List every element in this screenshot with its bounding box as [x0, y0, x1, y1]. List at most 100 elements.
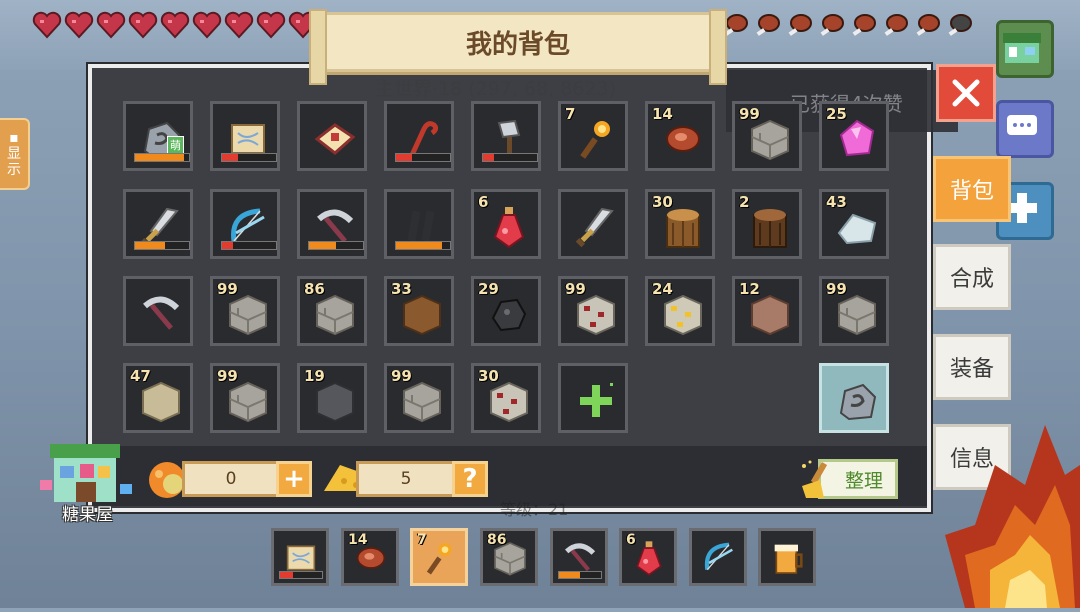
- hotbar-slot[interactable]: [689, 528, 747, 586]
- durability-bar: [134, 153, 190, 162]
- stone-ore-icon: [833, 377, 881, 425]
- durability-bar: [279, 571, 323, 579]
- heart-icon: [224, 10, 254, 44]
- inventory-slot[interactable]: 99: [732, 101, 802, 171]
- item-count: 2: [739, 193, 750, 211]
- food-icon: [880, 10, 910, 44]
- close-button[interactable]: [936, 64, 996, 122]
- spell-book-icon: [311, 115, 359, 163]
- fire-icon: [935, 405, 1080, 608]
- show-toggle-label: 显示: [7, 146, 21, 178]
- durability-bar: [221, 153, 277, 162]
- close-icon: [952, 79, 980, 107]
- tab-backpack[interactable]: 背包: [933, 156, 1011, 222]
- inventory-slot[interactable]: 25: [819, 101, 889, 171]
- inventory-slot[interactable]: [297, 189, 367, 259]
- tab-label: 装备: [949, 357, 994, 382]
- inventory-slot[interactable]: [471, 101, 541, 171]
- inventory-slot[interactable]: 24: [645, 276, 715, 346]
- special-slot[interactable]: [819, 363, 889, 433]
- hotbar-slot[interactable]: [271, 528, 329, 586]
- hotbar-slot[interactable]: 86: [480, 528, 538, 586]
- red-potion-icon: [485, 203, 533, 251]
- item-count: 19: [304, 367, 325, 385]
- tab-label: 背包: [949, 179, 994, 204]
- inventory-slot[interactable]: 14: [645, 101, 715, 171]
- inventory-slot[interactable]: [297, 101, 367, 171]
- inventory-slot[interactable]: 30: [645, 189, 715, 259]
- inventory-slot[interactable]: 99: [819, 276, 889, 346]
- item-count: 99: [217, 280, 238, 298]
- inventory-slot[interactable]: [210, 101, 280, 171]
- inventory-slot[interactable]: [384, 189, 454, 259]
- resource-2-help-button[interactable]: ?: [452, 461, 488, 497]
- inventory-slot[interactable]: 99: [210, 276, 280, 346]
- add-slot-icon: [572, 377, 620, 425]
- inventory-slot[interactable]: [558, 189, 628, 259]
- durability-bar: [482, 153, 538, 162]
- resource-1-add-button[interactable]: +: [276, 461, 312, 497]
- page-title: 我的背包: [309, 9, 727, 85]
- food-icon: [912, 10, 942, 44]
- heart-icon: [192, 10, 222, 44]
- item-count: 33: [391, 280, 412, 298]
- tab-craft[interactable]: 合成: [933, 244, 1011, 310]
- chat-bubble-icon: ▪: [9, 130, 19, 146]
- inventory-slot[interactable]: 12: [732, 276, 802, 346]
- resource-2-value: 5: [356, 461, 456, 497]
- item-count: 25: [826, 105, 847, 123]
- hotbar-slot[interactable]: [550, 528, 608, 586]
- food-icon: [944, 10, 974, 44]
- title-text: 我的背包: [465, 29, 570, 60]
- hotbar-slot[interactable]: 7: [410, 528, 468, 586]
- inventory-slot[interactable]: [558, 363, 628, 433]
- inventory-slot[interactable]: 萌: [123, 101, 193, 171]
- inventory-slot[interactable]: 7: [558, 101, 628, 171]
- item-count: 30: [652, 193, 673, 211]
- item-count: 86: [304, 280, 325, 298]
- chat-icon[interactable]: [996, 100, 1054, 158]
- resource-1-value: 0: [182, 461, 280, 497]
- bow-icon: [699, 538, 739, 578]
- heart-icon: [128, 10, 158, 44]
- heart-icon: [256, 10, 286, 44]
- shop-icon[interactable]: [996, 20, 1054, 78]
- item-count: 47: [130, 367, 151, 385]
- food-icon: [784, 10, 814, 44]
- inventory-slot[interactable]: 99: [558, 276, 628, 346]
- inventory-slot[interactable]: [210, 189, 280, 259]
- inventory-slot[interactable]: 99: [384, 363, 454, 433]
- inventory-slot[interactable]: [123, 276, 193, 346]
- inventory-slot[interactable]: 6: [471, 189, 541, 259]
- heart-icon: [64, 10, 94, 44]
- inventory-slot[interactable]: 33: [384, 276, 454, 346]
- broom-icon: [798, 458, 838, 500]
- item-count: 30: [478, 367, 499, 385]
- food-icon: [848, 10, 878, 44]
- inventory-slot[interactable]: 30: [471, 363, 541, 433]
- inventory-slot[interactable]: [123, 189, 193, 259]
- item-count: 99: [217, 367, 238, 385]
- hotbar-slot[interactable]: 14: [341, 528, 399, 586]
- inventory-slot[interactable]: 19: [297, 363, 367, 433]
- durability-bar: [221, 241, 277, 250]
- item-count: 99: [739, 105, 760, 123]
- tab-label: 合成: [949, 267, 994, 292]
- item-count: 43: [826, 193, 847, 211]
- hotbar-slot[interactable]: [758, 528, 816, 586]
- tab-equipment[interactable]: 装备: [933, 334, 1011, 400]
- inventory-slot[interactable]: [384, 101, 454, 171]
- inventory-slot[interactable]: 2: [732, 189, 802, 259]
- inventory-slot[interactable]: 99: [210, 363, 280, 433]
- show-toggle[interactable]: ▪ 显示: [0, 118, 30, 190]
- torch-icon: [572, 115, 620, 163]
- inventory-slot[interactable]: 29: [471, 276, 541, 346]
- food-icon: [816, 10, 846, 44]
- inventory-slot[interactable]: 47: [123, 363, 193, 433]
- hotbar-slot[interactable]: 6: [619, 528, 677, 586]
- inventory-slot[interactable]: 43: [819, 189, 889, 259]
- item-count: 7: [565, 105, 576, 123]
- sword-icon: [572, 203, 620, 251]
- heart-icon: [96, 10, 126, 44]
- inventory-slot[interactable]: 86: [297, 276, 367, 346]
